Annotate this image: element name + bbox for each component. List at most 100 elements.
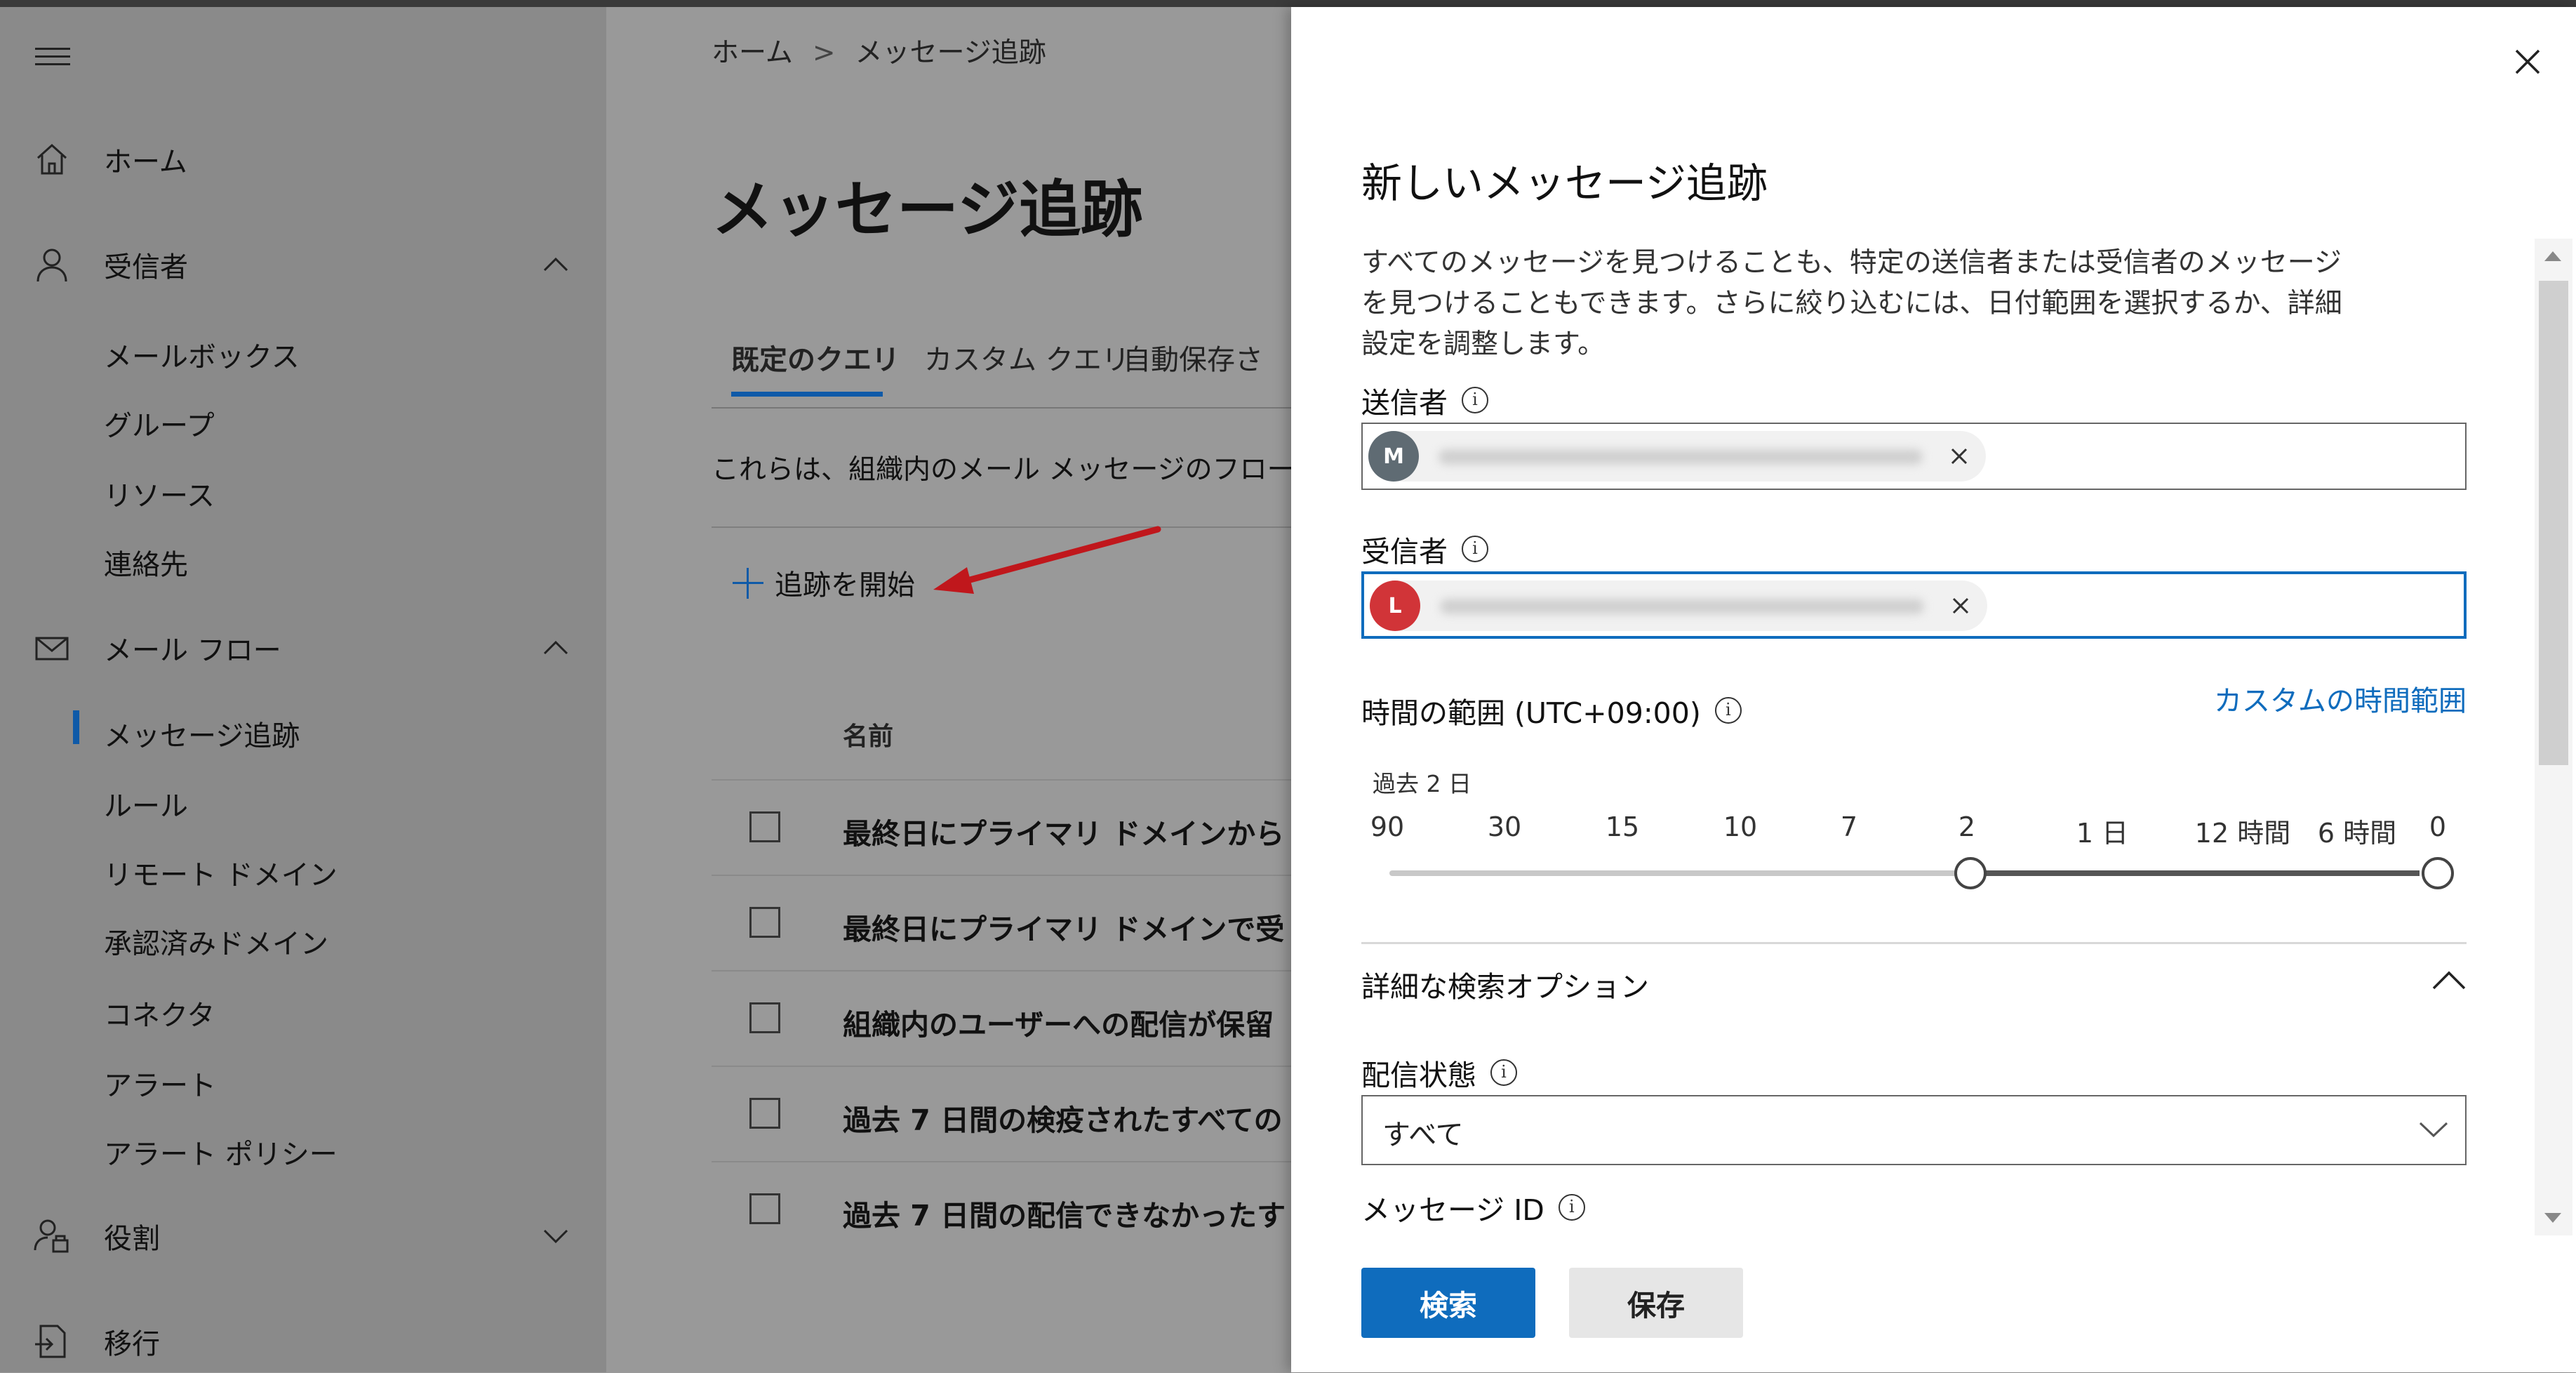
sender-label: 送信者 i bbox=[1361, 379, 1488, 421]
chevron-down-icon bbox=[2419, 1122, 2448, 1138]
info-icon[interactable]: i bbox=[1462, 387, 1488, 413]
row-checkbox[interactable] bbox=[749, 907, 780, 938]
column-header-name[interactable]: 名前 bbox=[843, 716, 893, 752]
row-checkbox[interactable] bbox=[749, 1098, 780, 1129]
panel-description: すべてのメッセージを見つけることも、特定の送信者または受信者のメッセージを見つけ… bbox=[1361, 247, 2342, 360]
table-row[interactable]: 過去 7 日間の配信できなかったす bbox=[712, 1161, 1291, 1256]
slider-tick-label: 0 bbox=[2429, 811, 2447, 842]
nav-sub-remote-domains[interactable]: リモート ドメイン bbox=[104, 852, 338, 893]
row-name[interactable]: 最終日にプライマリ ドメインで受 bbox=[843, 906, 1284, 948]
slider-tick-label: 12 時間 bbox=[2194, 818, 2291, 849]
row-checkbox[interactable] bbox=[749, 1002, 780, 1033]
top-bar bbox=[0, 0, 2576, 7]
left-navigation: ホーム 受信者 メールボックス グループ リソース 連絡先 メール フロー メッ… bbox=[0, 7, 606, 1372]
page-title: メッセージ追跡 bbox=[712, 173, 1143, 246]
delivery-status-value: すべて bbox=[1382, 1119, 1464, 1151]
breadcrumb: ホーム > メッセージ追跡 bbox=[712, 31, 1046, 70]
slider-tick-label: 6 時間 bbox=[2317, 818, 2397, 849]
delivery-status-label: 配信状態 i bbox=[1361, 1052, 1517, 1094]
remove-chip-close-icon[interactable] bbox=[1949, 595, 1972, 617]
chevron-up-icon[interactable] bbox=[2428, 963, 2470, 998]
nav-sub-accepted-domains[interactable]: 承認済みドメイン bbox=[104, 921, 328, 962]
slider-start-handle[interactable] bbox=[1954, 857, 1987, 889]
nav-item-roles-label: 役割 bbox=[104, 1223, 160, 1255]
recipient-field[interactable]: L bbox=[1361, 571, 2467, 639]
hamburger-menu-icon[interactable] bbox=[35, 48, 70, 69]
nav-item-mail-flow-label: メール フロー bbox=[104, 635, 281, 667]
nav-sub-message-trace[interactable]: メッセージ追跡 bbox=[104, 713, 300, 754]
selected-range-text: 過去 2 日 bbox=[1373, 770, 1471, 797]
chevron-up-icon[interactable] bbox=[540, 632, 571, 663]
scrollbar-thumb[interactable] bbox=[2539, 281, 2568, 765]
divider bbox=[1361, 942, 2467, 944]
info-icon[interactable]: i bbox=[1490, 1059, 1517, 1086]
nav-selected-indicator bbox=[73, 710, 79, 744]
custom-time-range-link[interactable]: カスタムの時間範囲 bbox=[2214, 678, 2467, 719]
sender-label-text: 送信者 bbox=[1361, 386, 1448, 420]
chevron-up-icon[interactable] bbox=[540, 249, 571, 280]
tab-active-indicator bbox=[731, 392, 883, 397]
row-checkbox[interactable] bbox=[749, 1193, 780, 1224]
nav-sub-rules[interactable]: ルール bbox=[104, 783, 188, 824]
start-trace-button[interactable]: 追跡を開始 bbox=[730, 562, 915, 604]
nav-sub-alert-policies[interactable]: アラート ポリシー bbox=[104, 1132, 338, 1172]
slider-tick-label: 30 bbox=[1487, 811, 1522, 842]
close-icon[interactable] bbox=[2507, 41, 2549, 83]
redacted-email bbox=[1439, 449, 1923, 465]
row-checkbox[interactable] bbox=[749, 811, 780, 842]
info-icon[interactable]: i bbox=[1558, 1194, 1585, 1221]
sender-field[interactable]: M bbox=[1361, 423, 2467, 490]
delivery-status-dropdown[interactable]: すべて bbox=[1361, 1095, 2467, 1165]
nav-item-mail-flow[interactable]: メール フロー bbox=[0, 616, 606, 679]
table-row[interactable]: 組織内のユーザーへの配信が保留 bbox=[712, 970, 1291, 1066]
tab-autosaved[interactable]: 自動保存さ bbox=[1123, 337, 1263, 378]
search-button[interactable]: 検索 bbox=[1361, 1268, 1535, 1338]
panel-scrollbar[interactable] bbox=[2535, 239, 2572, 1235]
nav-sub-connectors[interactable]: コネクタ bbox=[104, 993, 215, 1033]
slider-end-handle[interactable] bbox=[2422, 857, 2454, 889]
redacted-email bbox=[1440, 599, 1924, 614]
scroll-down-icon[interactable] bbox=[2544, 1213, 2561, 1223]
sender-chip[interactable]: M bbox=[1368, 431, 1986, 482]
start-trace-label: 追跡を開始 bbox=[775, 569, 915, 602]
remove-chip-close-icon[interactable] bbox=[1948, 445, 1970, 467]
message-id-label: メッセージ ID i bbox=[1361, 1186, 1585, 1228]
migration-icon bbox=[35, 1325, 66, 1358]
nav-sub-contacts[interactable]: 連絡先 bbox=[104, 542, 188, 583]
nav-item-roles[interactable]: 役割 bbox=[0, 1205, 606, 1268]
chevron-down-icon[interactable] bbox=[540, 1221, 571, 1252]
tab-custom-queries[interactable]: カスタム クエリ bbox=[924, 337, 1130, 378]
nav-item-migration[interactable]: 移行 bbox=[0, 1310, 606, 1373]
slider-tick-label: 15 bbox=[1605, 811, 1640, 842]
advanced-options-header[interactable]: 詳細な検索オプション bbox=[1361, 963, 1649, 1005]
info-icon[interactable]: i bbox=[1714, 697, 1742, 724]
nav-sub-groups[interactable]: グループ bbox=[104, 403, 215, 444]
row-name[interactable]: 過去 7 日間の検疫されたすべての bbox=[843, 1096, 1283, 1139]
save-button[interactable]: 保存 bbox=[1569, 1268, 1743, 1338]
table-row[interactable]: 最終日にプライマリ ドメインで受 bbox=[712, 875, 1291, 970]
scroll-up-icon[interactable] bbox=[2544, 251, 2561, 261]
nav-sub-mailboxes[interactable]: メールボックス bbox=[104, 334, 300, 375]
nav-sub-alerts[interactable]: アラート bbox=[104, 1063, 216, 1103]
slider-tick-label: 10 bbox=[1723, 811, 1758, 842]
breadcrumb-home[interactable]: ホーム bbox=[712, 37, 793, 69]
table-row[interactable]: 過去 7 日間の検疫されたすべての bbox=[712, 1066, 1291, 1161]
main-content: ホーム > メッセージ追跡 メッセージ追跡 既定のクエリ カスタム クエリ 自動保存… bbox=[606, 7, 1291, 1372]
nav-item-home-label: ホーム bbox=[104, 146, 187, 178]
slider-tick-label: 90 bbox=[1370, 811, 1405, 842]
recipient-chip[interactable]: L bbox=[1370, 581, 1987, 631]
row-name[interactable]: 最終日にプライマリ ドメインから bbox=[843, 810, 1284, 852]
annotation-arrow-icon bbox=[933, 526, 1161, 594]
row-name[interactable]: 過去 7 日間の配信できなかったす bbox=[843, 1192, 1286, 1234]
row-name[interactable]: 組織内のユーザーへの配信が保留 bbox=[843, 1001, 1274, 1043]
info-icon[interactable]: i bbox=[1462, 536, 1488, 562]
nav-item-home[interactable]: ホーム bbox=[0, 128, 606, 191]
time-range-label-text: 時間の範囲 (UTC+09:00) bbox=[1361, 696, 1701, 730]
table-row[interactable]: 最終日にプライマリ ドメインから bbox=[712, 779, 1291, 875]
nav-sub-resources[interactable]: リソース bbox=[104, 473, 215, 514]
tab-default-queries[interactable]: 既定のクエリ bbox=[731, 337, 900, 378]
recipient-label: 受信者 i bbox=[1361, 528, 1488, 570]
nav-item-recipients[interactable]: 受信者 bbox=[0, 233, 606, 296]
new-message-trace-panel: 新しいメッセージ追跡 すべてのメッセージを見つけることも、特定の送信者または受信… bbox=[1291, 7, 2576, 1372]
page-description: これらは、組織内のメール メッセージのフローを追跡 bbox=[712, 454, 1291, 486]
